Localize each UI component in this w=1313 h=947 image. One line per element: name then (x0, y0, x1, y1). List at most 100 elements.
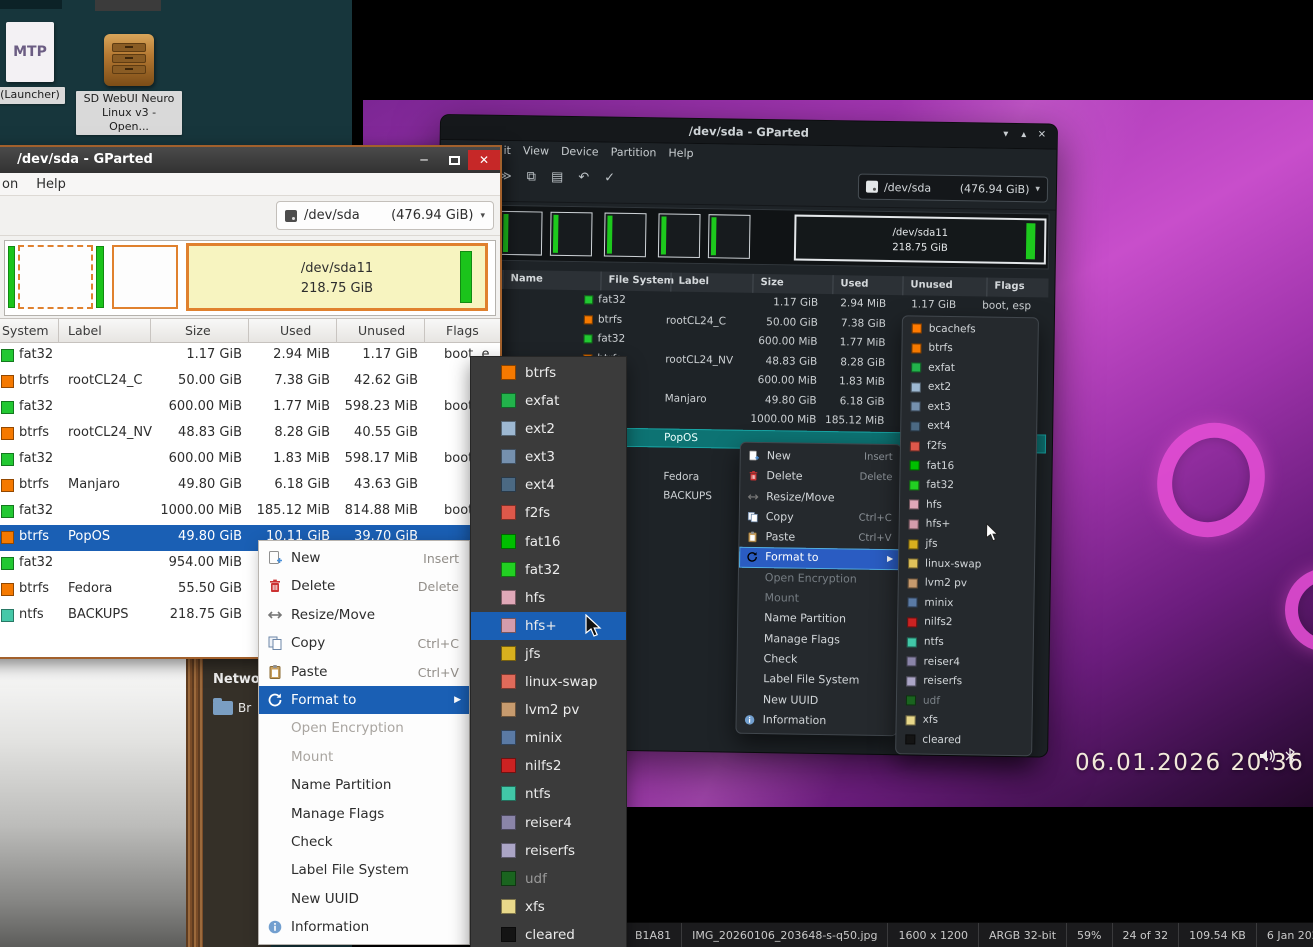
column-header-used[interactable]: Used (280, 323, 311, 338)
window-border-texture (186, 656, 203, 947)
menu-view: View (522, 144, 550, 158)
column-header-file-system[interactable]: File System (608, 275, 674, 287)
menu-item-delete[interactable]: Delete Delete (259, 572, 469, 600)
partition-row-rootcl24-c[interactable]: btrfs rootCL24_C 50.00 GiB 7.38 GiB 42.62 Gi… (0, 369, 500, 395)
submenu-item-udf[interactable]: udf (471, 865, 626, 893)
menu-item-information[interactable]: Information (259, 913, 469, 941)
file-cabinet-icon (104, 34, 154, 86)
submenu-item-jfs[interactable]: jfs (471, 640, 626, 668)
close-button[interactable]: ✕ (468, 150, 500, 170)
submenu-item-ext2[interactable]: ext2 (471, 415, 626, 443)
submenu-item-cleared[interactable]: cleared (471, 921, 626, 947)
submenu-item-ext4[interactable]: ext4 (471, 471, 626, 499)
menu-item-name-partition[interactable]: Name Partition (259, 771, 469, 799)
partition-row[interactable]: fat32 600.00 MiB 1.83 MiB 598.17 MiB boot, e (0, 447, 500, 473)
minimize-button[interactable]: ─ (412, 150, 436, 170)
column-header-flags[interactable]: Flags (446, 323, 479, 338)
submenu-item-btrfs[interactable]: btrfs (471, 359, 626, 387)
submenu-item-lvm2-pv[interactable]: lvm2 pv (471, 696, 626, 724)
column-header-used[interactable]: Used (840, 278, 868, 289)
menu-item-format-to[interactable]: Format to ▶ (259, 685, 469, 715)
desktop-icon-launcher[interactable]: MTP (Launcher) (0, 22, 68, 104)
partition-row-rootcl24-nv[interactable]: btrfs rootCL24_NV 48.83 GiB 8.28 GiB 40.55 G… (0, 421, 500, 447)
menu-device: Device (560, 144, 599, 159)
partition-row[interactable]: fat32 1000.00 MiB 185.12 MiB 814.88 MiB boot… (0, 499, 500, 525)
filesystem-color-icon (501, 898, 516, 914)
maximize-button[interactable] (442, 150, 466, 170)
submenu-item-exfat[interactable]: exfat (471, 387, 626, 415)
filesystem-color-icon (908, 558, 919, 569)
column-header-name[interactable]: Name (510, 273, 542, 285)
column-header-label[interactable]: Label (68, 323, 102, 338)
titlebar[interactable]: /dev/sda - GParted ─ ✕ (0, 147, 500, 173)
submenu-item-fat32[interactable]: fat32 (471, 556, 626, 584)
submenu-item-ext2: ext2 (902, 378, 1037, 400)
column-header-size[interactable]: Size (185, 323, 211, 338)
paste-icon (267, 664, 283, 680)
submenu-item-f2fs[interactable]: f2fs (471, 499, 626, 527)
menu-item-check[interactable]: Check (259, 828, 469, 856)
partition-size: 49.80 GiB (764, 393, 817, 407)
menu-item-name-partition: Name Partition (738, 608, 898, 631)
menu-item-label: Name Partition (764, 611, 847, 626)
column-header-label[interactable]: Label (678, 276, 709, 287)
column-header-unused[interactable]: Unused (910, 279, 952, 291)
menu-item-new[interactable]: New Insert (259, 544, 469, 572)
submenu-item-hfs: hfs (900, 496, 1035, 518)
submenu-item-nilfs2[interactable]: nilfs2 (471, 752, 626, 780)
menu-item-copy[interactable]: Copy Ctrl+C (259, 629, 469, 657)
filesystem-name: fat32 (19, 451, 54, 466)
column-header-flags[interactable]: Flags (994, 281, 1024, 292)
menu-item-label: New UUID (291, 890, 359, 907)
submenu-item-minix: minix (898, 594, 1033, 616)
menu-item-paste[interactable]: Paste Ctrl+V (259, 658, 469, 686)
partition-size: 600.00 MiB (758, 334, 818, 348)
menu-item-open-encryption[interactable]: Open Encryption (259, 714, 469, 742)
partition-block[interactable] (18, 245, 93, 309)
mtp-icon: MTP (6, 22, 54, 82)
partition-block[interactable] (96, 246, 104, 308)
menu-item-new-uuid[interactable]: New UUID (259, 885, 469, 913)
filesystem-color-icon (501, 449, 516, 465)
submenu-item-linux-swap[interactable]: linux-swap (471, 668, 626, 696)
status-segment: ARGB 32-bit (979, 923, 1068, 947)
device-selector[interactable]: /dev/sda (476.94 GiB) ▾ (276, 201, 494, 230)
filesystem-color-icon (906, 656, 917, 667)
submenu-item-reiserfs[interactable]: reiserfs (471, 837, 626, 865)
column-header-size[interactable]: Size (760, 277, 783, 288)
partition-row[interactable]: fat32 1.17 GiB 2.94 MiB 1.17 GiB boot, e (0, 343, 500, 369)
submenu-item-hfs[interactable]: hfs (471, 584, 626, 612)
submenu-item-xfs[interactable]: xfs (471, 893, 626, 921)
submenu-item-minix[interactable]: minix (471, 724, 626, 752)
menu-item-resize-move[interactable]: Resize/Move (259, 601, 469, 629)
submenu-item-reiser4[interactable]: reiser4 (471, 809, 626, 837)
menu-help[interactable]: Help (36, 177, 66, 192)
column-header-unused[interactable]: Unused (358, 323, 405, 338)
submenu-item-ext3[interactable]: ext3 (471, 443, 626, 471)
partition-block-sda11[interactable]: /dev/sda11 218.75 GiB (186, 243, 488, 311)
partition-row-manjaro[interactable]: btrfs Manjaro 49.80 GiB 6.18 GiB 43.63 GiB (0, 473, 500, 499)
desktop-icon-sd-webui[interactable]: SD WebUI Neuro Linux v3 - Open... (76, 34, 182, 136)
filesystem-color-icon (1, 583, 14, 596)
partition-label: Manjaro (68, 477, 121, 492)
menu-on[interactable]: on (2, 177, 18, 192)
submenu-item-xfs: xfs (896, 711, 1031, 733)
submenu-item-ntfs[interactable]: ntfs (471, 780, 626, 808)
submenu-item-cleared: cleared (896, 731, 1031, 753)
disk-icon (285, 209, 297, 222)
partition-row[interactable]: fat32 600.00 MiB 1.77 MiB 598.23 MiB boot, e (0, 395, 500, 421)
menu-item-label: Format to (291, 691, 357, 708)
column-header-system[interactable]: System (2, 323, 49, 338)
submenu-item-label: hfs+ (525, 617, 557, 634)
menu-item-manage-flags[interactable]: Manage Flags (259, 800, 469, 828)
column-separator (150, 319, 151, 343)
submenu-item-label: fat16 (525, 533, 561, 550)
disk-icon (865, 180, 879, 193)
menu-item-label-file-system[interactable]: Label File System (259, 856, 469, 884)
submenu-item-jfs: jfs (899, 535, 1034, 557)
partition-block[interactable] (8, 246, 15, 308)
partition-size: 1.17 GiB (773, 296, 819, 309)
submenu-item-fat16[interactable]: fat16 (471, 528, 626, 556)
menu-item-mount[interactable]: Mount (259, 743, 469, 771)
partition-block[interactable] (112, 245, 178, 309)
